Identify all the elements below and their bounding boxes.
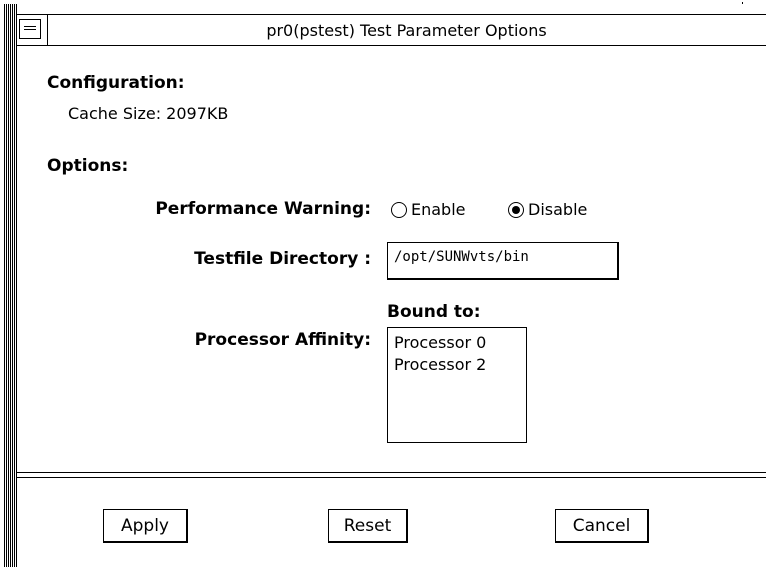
window-title: pr0(pstest) Test Parameter Options	[266, 21, 547, 40]
button-area-divider	[17, 472, 766, 478]
processor-affinity-label: Processor Affinity:	[194, 330, 371, 350]
title-bar[interactable]: pr0(pstest) Test Parameter Options	[17, 14, 766, 46]
options-heading: Options:	[47, 156, 129, 176]
window-body: pr0(pstest) Test Parameter Options Confi…	[16, 4, 766, 567]
cancel-button[interactable]: Cancel	[555, 509, 649, 543]
apply-button[interactable]: Apply	[103, 509, 188, 543]
radio-disable-label[interactable]: Disable	[528, 200, 587, 219]
window-menu-icon[interactable]	[19, 19, 41, 39]
testfile-directory-label: Testfile Directory :	[194, 249, 371, 269]
list-item[interactable]: Processor 2	[394, 354, 526, 376]
testfile-directory-input[interactable]: /opt/SUNWvts/bin	[387, 242, 619, 280]
processor-affinity-list[interactable]: Processor 0 Processor 2	[387, 327, 527, 443]
radio-enable[interactable]	[391, 202, 407, 218]
performance-warning-label: Performance Warning:	[155, 199, 371, 219]
configuration-heading: Configuration:	[47, 73, 185, 93]
radio-disable[interactable]	[508, 202, 524, 218]
radio-enable-label[interactable]: Enable	[411, 200, 466, 219]
reset-button[interactable]: Reset	[328, 509, 408, 543]
bound-to-caption: Bound to:	[387, 302, 481, 322]
cache-size-text: Cache Size: 2097KB	[68, 104, 229, 123]
list-item[interactable]: Processor 0	[394, 332, 526, 354]
test-parameter-window: pr0(pstest) Test Parameter Options Confi…	[4, 4, 766, 567]
